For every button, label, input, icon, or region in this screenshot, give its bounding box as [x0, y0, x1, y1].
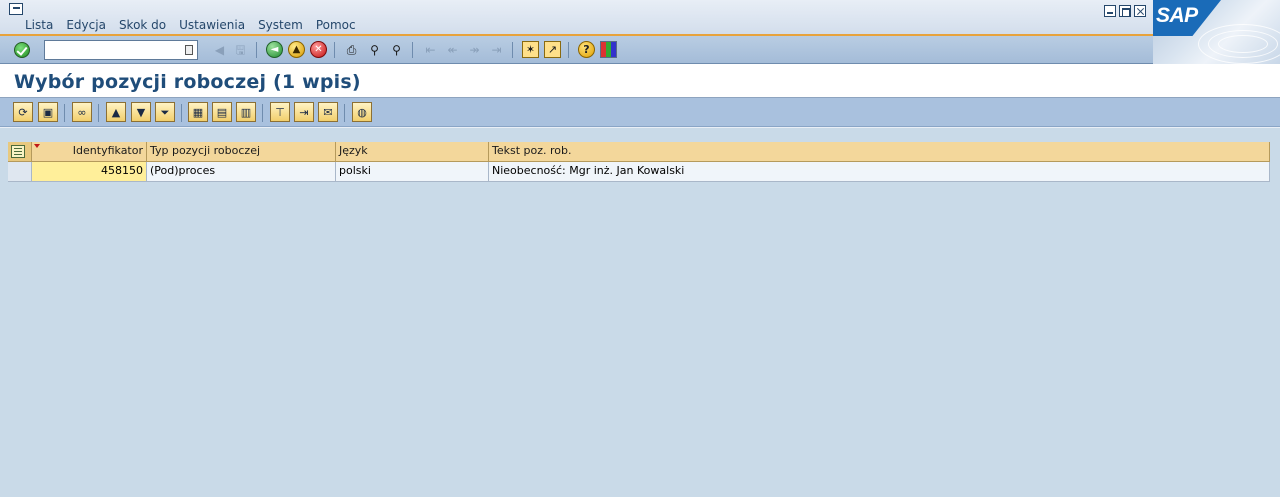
find-icon[interactable]: ⚲: [366, 41, 383, 58]
toolbar-divider: [512, 42, 513, 58]
command-field[interactable]: [44, 40, 198, 60]
menu-bar: Lista Edycja Skok do Ustawienia System P…: [0, 0, 1280, 36]
menu-lista[interactable]: Lista: [25, 18, 53, 32]
content-area: Identyfikator Typ pozycji roboczej Język…: [0, 127, 1280, 497]
toolbar-divider: [334, 42, 335, 58]
last-page-icon[interactable]: ⇥: [488, 41, 505, 58]
maximize-icon[interactable]: [1119, 5, 1131, 17]
menu-items: Lista Edycja Skok do Ustawienia System P…: [25, 18, 356, 32]
close-icon[interactable]: [1134, 5, 1146, 17]
sap-logo-text: SAP: [1156, 4, 1198, 27]
column-header-jezyk[interactable]: Język: [336, 142, 489, 162]
refresh-icon[interactable]: ⟳: [13, 102, 33, 122]
create-session-icon[interactable]: ✶: [522, 41, 539, 58]
application-toolbar: ⟳ ▣ ∞ ▲ ▼ ⏷ ▦ ▤ ▥ ⊤ ⇥ ✉ ◍: [0, 98, 1280, 127]
minimize-icon[interactable]: [1104, 5, 1116, 17]
cell-identyfikator[interactable]: 458150: [32, 162, 147, 182]
command-history-icon[interactable]: [185, 45, 193, 55]
grid-view-icon[interactable]: ▦: [188, 102, 208, 122]
filter-settings-icon[interactable]: ⏷: [155, 102, 175, 122]
toolbar-divider: [181, 104, 182, 122]
toolbar-divider: [568, 42, 569, 58]
back-arrow-icon[interactable]: ◀: [211, 41, 228, 58]
cell-tekst[interactable]: Nieobecność: Mgr inż. Jan Kowalski: [489, 162, 1270, 182]
graphic-icon[interactable]: ◍: [352, 102, 372, 122]
sort-asc-icon[interactable]: ▲: [106, 102, 126, 122]
details-icon[interactable]: ▣: [38, 102, 58, 122]
exit-icon[interactable]: ▲: [288, 41, 305, 58]
menu-ustawienia[interactable]: Ustawienia: [179, 18, 245, 32]
table-row[interactable]: 458150 (Pod)proces polski Nieobecność: M…: [8, 162, 1270, 182]
standard-toolbar: ◀ 🖫 ◄ ▲ ✕ ⎙ ⚲ ⚲ ⇤ ↞ ↠ ⇥ ✶ ↗ ?: [0, 36, 1153, 64]
cancel-icon[interactable]: ✕: [310, 41, 327, 58]
help-icon[interactable]: ?: [578, 41, 595, 58]
print-icon[interactable]: ⎙: [343, 41, 360, 58]
toolbar-divider: [344, 104, 345, 122]
cell-typ[interactable]: (Pod)proces: [147, 162, 336, 182]
menu-skok-do[interactable]: Skok do: [119, 18, 166, 32]
system-menu-icon[interactable]: [9, 3, 23, 15]
row-selector[interactable]: [8, 162, 32, 182]
toolbar-divider: [262, 104, 263, 122]
filter-icon[interactable]: ▼: [131, 102, 151, 122]
menu-system[interactable]: System: [258, 18, 303, 32]
select-all-cell[interactable]: [8, 142, 32, 162]
window-controls: [1104, 5, 1146, 17]
column-save-icon[interactable]: ▥: [236, 102, 256, 122]
glasses-icon[interactable]: ∞: [72, 102, 92, 122]
layout-icon: [11, 145, 25, 158]
title-bar: Wybór pozycji roboczej (1 wpis): [0, 64, 1280, 98]
export-icon[interactable]: ⊤: [270, 102, 290, 122]
first-page-icon[interactable]: ⇤: [422, 41, 439, 58]
local-file-icon[interactable]: ⇥: [294, 102, 314, 122]
column-header-identyfikator[interactable]: Identyfikator: [32, 142, 147, 162]
table-header-row: Identyfikator Typ pozycji roboczej Język…: [8, 142, 1270, 162]
customize-layout-icon[interactable]: [600, 41, 617, 58]
column-select-icon[interactable]: ▤: [212, 102, 232, 122]
sap-brand-area: SAP: [1153, 0, 1280, 64]
toolbar-divider: [412, 42, 413, 58]
next-page-icon[interactable]: ↠: [466, 41, 483, 58]
menu-edycja[interactable]: Edycja: [66, 18, 106, 32]
ripple-decoration: [1218, 35, 1268, 53]
column-header-label: Identyfikator: [72, 144, 143, 157]
page-title: Wybór pozycji roboczej (1 wpis): [14, 71, 361, 93]
shortcut-icon[interactable]: ↗: [544, 41, 561, 58]
save-icon[interactable]: 🖫: [232, 41, 249, 58]
column-header-tekst[interactable]: Tekst poz. rob.: [489, 142, 1270, 162]
toolbar-divider: [64, 104, 65, 122]
enter-icon[interactable]: [14, 42, 30, 58]
back-icon[interactable]: ◄: [266, 41, 283, 58]
cell-jezyk[interactable]: polski: [336, 162, 489, 182]
sort-marker-icon: [34, 144, 40, 148]
previous-page-icon[interactable]: ↞: [444, 41, 461, 58]
menu-pomoc[interactable]: Pomoc: [316, 18, 356, 32]
toolbar-divider: [256, 42, 257, 58]
toolbar-divider: [98, 104, 99, 122]
find-next-icon[interactable]: ⚲: [388, 41, 405, 58]
alv-grid: Identyfikator Typ pozycji roboczej Język…: [8, 142, 1270, 182]
column-header-typ[interactable]: Typ pozycji roboczej: [147, 142, 336, 162]
send-icon[interactable]: ✉: [318, 102, 338, 122]
